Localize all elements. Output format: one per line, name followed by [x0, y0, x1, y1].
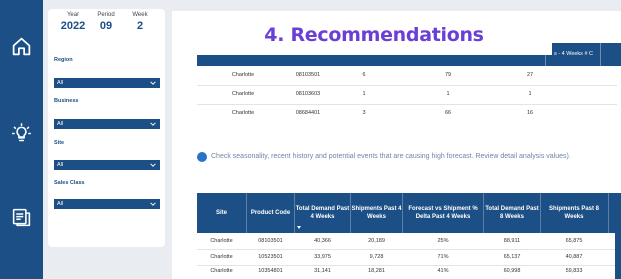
site-label: Site: [54, 140, 65, 146]
table1-header-divider: [600, 43, 601, 66]
column-header-forecast-delta[interactable]: Forecast vs Shipment % Delta Past 4 Week…: [403, 193, 483, 233]
table-row[interactable]: Charlotte 10354801 31,141 18,281 41% 60,…: [197, 264, 615, 279]
year-label: Year: [66, 12, 80, 18]
site-dropdown[interactable]: All: [54, 160, 160, 170]
table-row[interactable]: Charlotte 08684401 3 66 16: [197, 106, 617, 122]
year-selector[interactable]: Year 2022: [58, 12, 88, 32]
table-cell: 08103603: [295, 91, 321, 97]
table-cell: 10523501: [258, 254, 283, 260]
period-label: Period: [97, 12, 115, 18]
table-row[interactable]: Charlotte 08103501 40,366 20,189 25% 88,…: [197, 234, 615, 249]
table-cell: 10354801: [258, 268, 283, 274]
table-cell: 40,887: [565, 254, 583, 260]
period-selector: Year 2022 Period 09 Week 2: [48, 12, 165, 46]
table-cell: 40,366: [314, 238, 331, 244]
table2-scroll-edge: [615, 193, 621, 279]
table-row[interactable]: Charlotte 08103501 6 79 27: [197, 68, 617, 84]
week-label: Week: [132, 12, 148, 18]
table-cell: 08103501: [295, 72, 321, 78]
home-icon[interactable]: [11, 36, 32, 57]
column-header-shipments-8w[interactable]: Shipments Past 8 Weeks: [541, 193, 607, 233]
chevron-down-icon: [150, 163, 156, 167]
table-cell: 60,998: [503, 268, 521, 274]
row-divider: [197, 104, 617, 105]
table-row[interactable]: Charlotte 10523501 33,975 9,728 71% 65,1…: [197, 250, 615, 265]
year-value: 2022: [60, 20, 86, 32]
table-cell: 08103501: [258, 238, 283, 244]
row-divider: [197, 85, 617, 86]
column-header-total-demand-8w[interactable]: Total Demand Past 8 Weeks: [484, 193, 540, 233]
column-divider: [608, 193, 609, 233]
week-value: 2: [136, 20, 144, 32]
region-dropdown[interactable]: All: [54, 78, 160, 88]
table-cell: 88,911: [503, 238, 521, 244]
nav-rail: [0, 0, 43, 279]
region-value: All: [57, 80, 64, 86]
info-dot-icon: [197, 152, 207, 162]
table-cell: 1: [528, 91, 532, 97]
column-header-shipments-4w[interactable]: Shipments Past 4 Weeks: [351, 193, 402, 233]
chevron-down-icon: [150, 202, 156, 206]
page-title-box: 4. Recommendations: [196, 15, 552, 55]
table-cell: 66: [444, 110, 452, 116]
table-cell: 79: [444, 72, 452, 78]
sort-descending-icon[interactable]: [297, 226, 301, 229]
region-label: Region: [54, 57, 73, 63]
column-header-site[interactable]: Site: [197, 193, 246, 233]
lightbulb-icon[interactable]: [11, 123, 32, 144]
table-row[interactable]: Charlotte 08103603 1 1 1: [197, 87, 617, 103]
table-cell: 9,728: [369, 254, 384, 260]
table-cell: 1: [446, 91, 450, 97]
table-cell: 16: [526, 110, 534, 116]
table-cell: 20,189: [368, 238, 385, 244]
table-cell: 08684401: [295, 110, 321, 116]
table2-header: Site Product Code Total Demand Past 4 We…: [197, 193, 615, 233]
sales-class-dropdown[interactable]: All: [54, 199, 160, 209]
table-cell: 6: [362, 72, 366, 78]
table-cell: Charlotte: [210, 254, 233, 260]
table1-header-peek: s - 4 Weeks # C: [544, 43, 621, 66]
table-cell: 59,833: [565, 268, 583, 274]
business-value: All: [57, 121, 64, 127]
table-cell: Charlotte: [210, 268, 233, 274]
table-cell: 65,137: [503, 254, 521, 260]
table-cell: 1: [362, 91, 366, 97]
chevron-down-icon: [150, 122, 156, 126]
table-cell: 71%: [437, 254, 449, 260]
table-cell: Charlotte: [210, 238, 233, 244]
period-selector-field[interactable]: Period 09: [92, 12, 120, 32]
table-cell: 31,141: [314, 268, 331, 274]
table-cell: 41%: [437, 268, 449, 274]
column-header-product-code[interactable]: Product Code: [247, 193, 294, 233]
business-dropdown[interactable]: All: [54, 119, 160, 129]
table-cell: Charlotte: [231, 72, 255, 78]
table-cell: Charlotte: [231, 110, 255, 116]
column-header-total-demand-4w[interactable]: Total Demand Past 4 Weeks: [295, 193, 350, 233]
table-cell: 65,875: [565, 238, 583, 244]
table-cell: 18,281: [368, 268, 385, 274]
recommendation-note: Check seasonality, recent history and po…: [211, 153, 571, 160]
table-cell: 33,975: [314, 254, 331, 260]
week-selector[interactable]: Week 2: [126, 12, 154, 32]
sales-class-value: All: [57, 201, 64, 207]
site-value: All: [57, 162, 64, 168]
page-title: 4. Recommendations: [264, 24, 484, 46]
period-value: 09: [99, 20, 113, 32]
table-cell: 27: [526, 72, 534, 78]
table-cell: 25%: [437, 238, 449, 244]
filter-panel: Year 2022 Period 09 Week 2 Region All Bu…: [48, 9, 165, 247]
report-icon[interactable]: [11, 207, 32, 228]
chevron-down-icon: [150, 81, 156, 85]
business-label: Business: [54, 98, 79, 104]
table-cell: Charlotte: [231, 91, 255, 97]
table-cell: 3: [362, 110, 366, 116]
sales-class-label: Sales Class: [54, 180, 85, 186]
